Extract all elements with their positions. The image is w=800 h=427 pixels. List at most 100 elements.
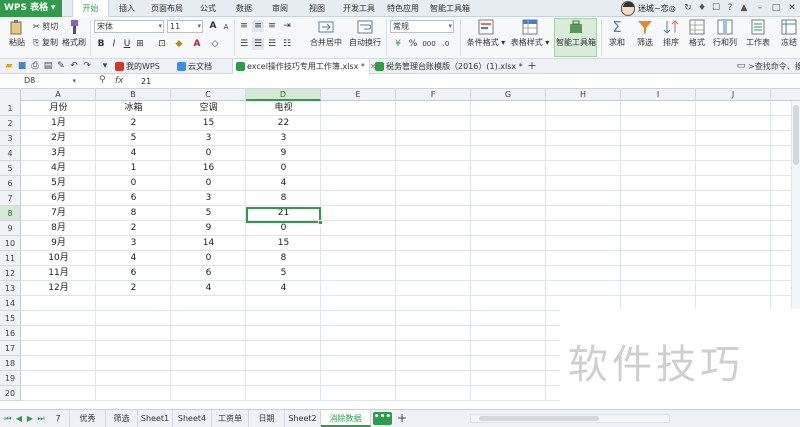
cell-c7[interactable]: 3 (171, 191, 246, 206)
cell-c10[interactable]: 14 (171, 236, 246, 251)
sheet-tab[interactable]: 7 (47, 410, 70, 427)
cell-fill-icon[interactable]: ⊡ (156, 38, 168, 50)
increase-font-icon[interactable]: A (207, 20, 219, 32)
cell-c2[interactable]: 15 (171, 116, 246, 131)
cell-c6[interactable]: 0 (171, 176, 246, 191)
cell-c11[interactable]: 0 (171, 251, 246, 266)
cell-b3[interactable]: 5 (96, 131, 171, 146)
cell-b4[interactable]: 4 (96, 146, 171, 161)
align-left-icon[interactable]: ☰ (238, 38, 250, 50)
cell-a10[interactable]: 9月 (21, 236, 96, 251)
scrollbar-thumb[interactable] (793, 105, 799, 165)
close-icon[interactable]: ✕ (787, 3, 797, 13)
scrollbar-thumb[interactable] (479, 416, 599, 421)
worksheet-button[interactable]: 工作表 (743, 19, 773, 48)
currency-icon[interactable]: ¥ (392, 38, 404, 50)
cell-a9[interactable]: 8月 (21, 221, 96, 236)
cut-button[interactable]: ✂ 剪切 (33, 21, 58, 32)
filter-button[interactable]: 筛选 (633, 19, 657, 48)
redo-icon[interactable]: ↷ (82, 61, 92, 71)
cell-b2[interactable]: 2 (96, 116, 171, 131)
font-name-select[interactable]: 宋体 ▾ (94, 20, 164, 33)
row-header-14[interactable]: 14 (0, 296, 21, 311)
cell-d7[interactable]: 8 (246, 191, 321, 206)
decimal-icon[interactable]: .0 (440, 38, 452, 50)
fill-handle[interactable] (318, 220, 323, 225)
cell-a1[interactable]: 月份 (21, 101, 96, 116)
cell-a2[interactable]: 1月 (21, 116, 96, 131)
tab-data[interactable]: 数据 (236, 0, 252, 17)
column-header-i[interactable]: I (621, 89, 696, 101)
row-header-15[interactable]: 15 (0, 311, 21, 326)
border-icon[interactable]: ⊞ (134, 38, 146, 50)
column-header-h[interactable]: H (546, 89, 621, 101)
conditional-format-button[interactable]: 条件格式 ▾ (466, 19, 506, 48)
format-button[interactable]: 格式 (686, 19, 708, 48)
thousands-button[interactable]: 000 (421, 38, 437, 50)
cell-d3[interactable]: 3 (246, 131, 321, 146)
distribute-icon[interactable]: ☷ (281, 38, 293, 50)
cell-b13[interactable]: 2 (96, 281, 171, 296)
tab-insert[interactable]: 插入 (119, 0, 135, 17)
row-header-10[interactable]: 10 (0, 236, 21, 251)
cell-c1[interactable]: 空调 (171, 101, 246, 116)
number-format-select[interactable]: 常规 ▾ (390, 20, 454, 33)
cell-b7[interactable]: 6 (96, 191, 171, 206)
copy-button[interactable]: ⎘ 复制 (33, 37, 58, 48)
cell-b8[interactable]: 8 (96, 206, 171, 221)
app-menu-button[interactable]: WPS 表格 ▾ (0, 0, 62, 17)
user-name[interactable]: 迷城~恋◎ (638, 0, 676, 17)
cell-c9[interactable]: 9 (171, 221, 246, 236)
row-header-18[interactable]: 18 (0, 356, 21, 371)
column-header-g[interactable]: G (471, 89, 546, 101)
undo-icon[interactable]: ↶ (69, 61, 79, 71)
chevron-down-icon[interactable]: ▾ (100, 61, 110, 71)
cell-d10[interactable]: 15 (246, 236, 321, 251)
tab-developer[interactable]: 开发工具 (343, 0, 375, 17)
column-header-c[interactable]: C (171, 89, 246, 101)
sheet-tab[interactable]: Sheet2 (285, 410, 321, 427)
doc-tab-excel-tips[interactable]: excel操作技巧专用工作簿.xlsx * ✕ (232, 59, 377, 74)
user-avatar[interactable] (621, 1, 635, 16)
cell-d12[interactable]: 5 (246, 266, 321, 281)
shirt-icon[interactable]: ♦ (697, 3, 707, 13)
sheet-tab[interactable]: 消除数据 (321, 410, 371, 427)
cell-b10[interactable]: 3 (96, 236, 171, 251)
cell-b6[interactable]: 0 (96, 176, 171, 191)
cell-d4[interactable]: 9 (246, 146, 321, 161)
print-preview-icon[interactable]: ▤ (43, 61, 53, 71)
cell-d13[interactable]: 4 (246, 281, 321, 296)
cell-a7[interactable]: 6月 (21, 191, 96, 206)
name-box[interactable]: D8 ▾ (24, 75, 76, 87)
smart-toolbox-button[interactable]: 智能工具箱 (556, 19, 596, 48)
column-header-d[interactable]: D (246, 89, 321, 101)
settings-icon[interactable]: ▲ (739, 3, 749, 13)
row-col-button[interactable]: 行和列 (711, 19, 739, 48)
cell-c5[interactable]: 16 (171, 161, 246, 176)
tab-home[interactable]: 开始 (72, 0, 109, 18)
align-top-icon[interactable]: ≡ (238, 20, 250, 32)
row-header-5[interactable]: 5 (0, 161, 21, 176)
skin-icon[interactable]: ☐ (711, 3, 721, 13)
row-header-7[interactable]: 7 (0, 191, 21, 206)
print-icon[interactable]: ⎙ (30, 61, 40, 71)
cell-d9[interactable]: 0 (246, 221, 321, 236)
doc-tab-my-wps[interactable]: 我的WPS (112, 59, 172, 74)
cell-b1[interactable]: 冰箱 (96, 101, 171, 116)
refresh-icon[interactable]: ↻ (683, 3, 693, 13)
format-brush-icon[interactable]: ✎ (56, 61, 66, 71)
cell-a5[interactable]: 4月 (21, 161, 96, 176)
folder-icon[interactable]: ▰ (4, 61, 14, 71)
percent-button[interactable]: % (407, 38, 419, 50)
column-header-a[interactable]: A (21, 89, 96, 101)
formula-input[interactable]: 21 (141, 74, 151, 89)
font-color-icon[interactable]: A (191, 38, 203, 50)
cell-c13[interactable]: 4 (171, 281, 246, 296)
cell-c8[interactable]: 5 (171, 206, 246, 221)
horizontal-scrollbar[interactable] (470, 414, 670, 423)
vertical-scrollbar[interactable] (791, 101, 800, 309)
cell-c3[interactable]: 3 (171, 131, 246, 146)
first-sheet-icon[interactable]: ⏮ (3, 413, 13, 424)
underline-icon[interactable]: U (121, 38, 133, 50)
tab-special[interactable]: 特色应用 (387, 0, 419, 17)
